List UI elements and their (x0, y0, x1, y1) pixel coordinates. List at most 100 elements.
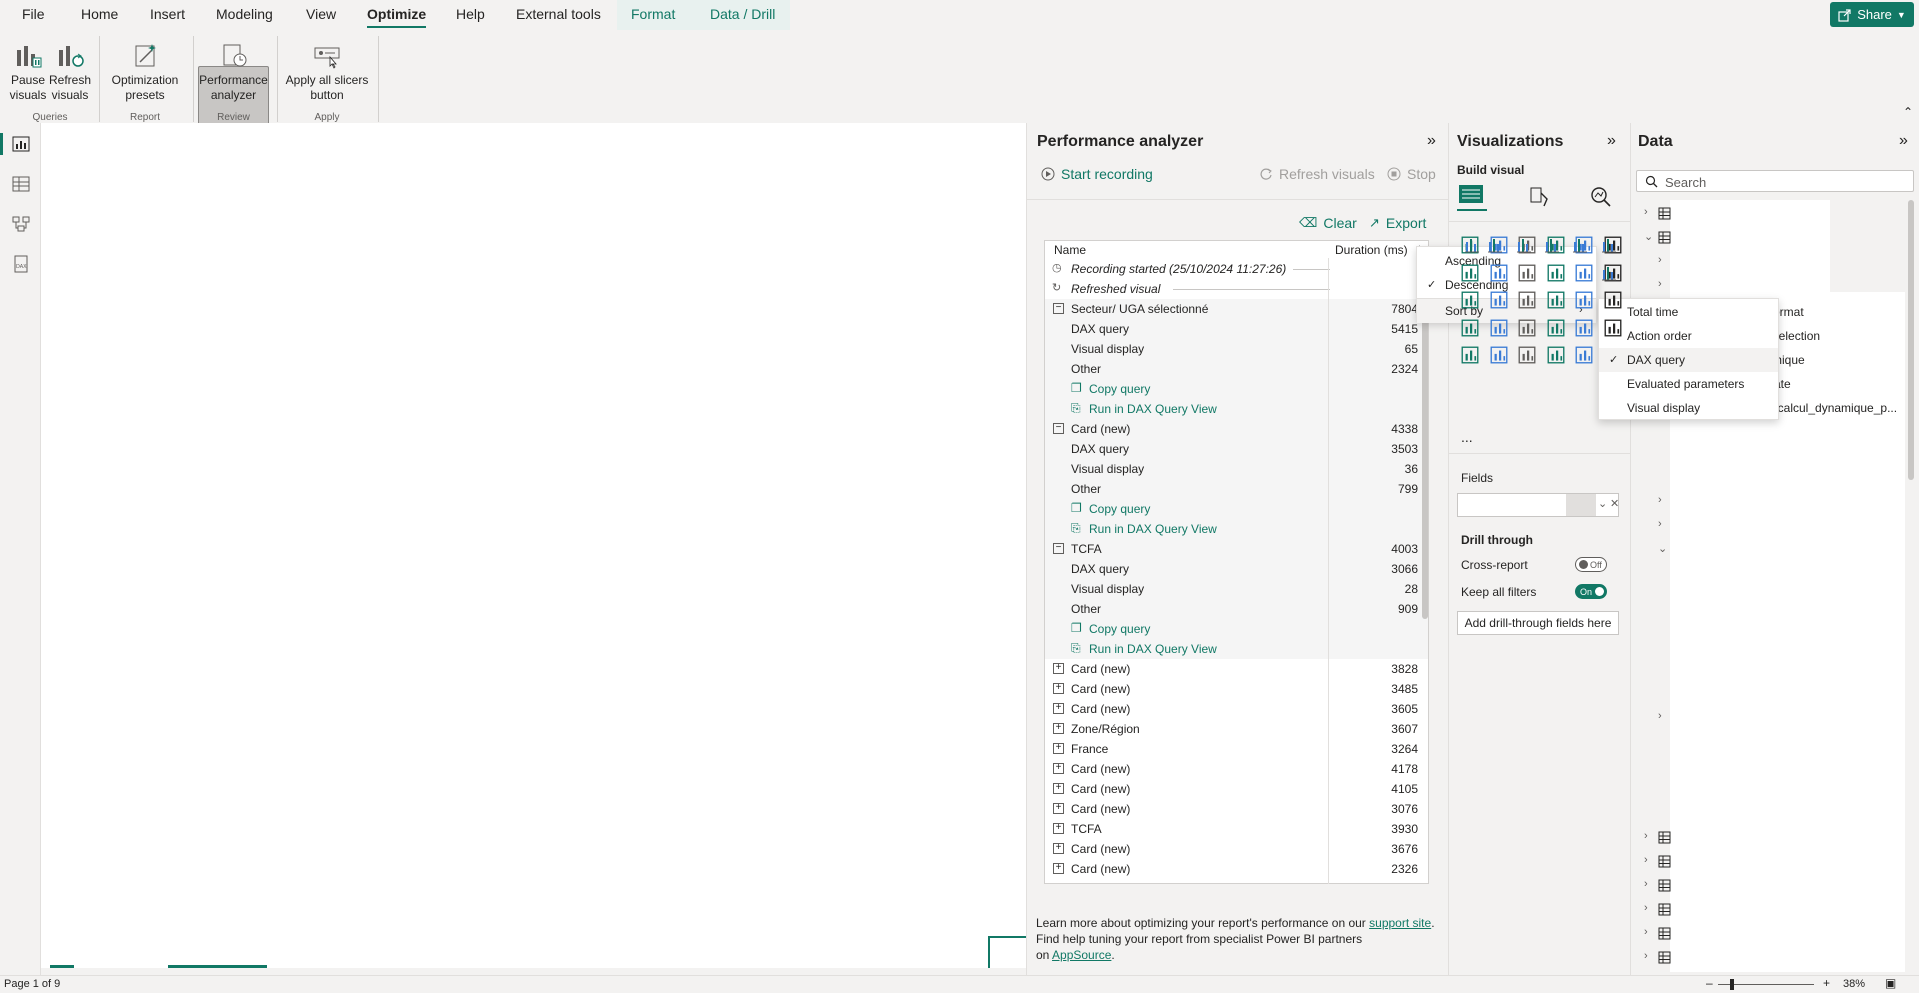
expand-icon[interactable]: + (1053, 703, 1064, 714)
expand-icon[interactable]: + (1053, 663, 1064, 674)
collapse-icon[interactable]: − (1053, 543, 1064, 554)
table-row[interactable]: Other 909 (1045, 599, 1428, 619)
chevron-right-icon[interactable]: › (1658, 278, 1662, 290)
table-view-icon[interactable] (11, 174, 31, 194)
chevron-right-icon[interactable]: › (1644, 830, 1648, 842)
stacked-bar-icon[interactable] (1463, 236, 1481, 254)
stacked-column-icon[interactable] (1486, 236, 1504, 254)
collapse-pane-icon[interactable]: » (1899, 132, 1908, 150)
chevron-down-icon[interactable]: ⌄ (1658, 542, 1667, 555)
zoom-in-icon[interactable]: + (1823, 976, 1830, 990)
keep-filters-toggle[interactable]: On (1575, 584, 1607, 599)
table-row[interactable]: + France 3264 (1045, 739, 1428, 759)
expand-icon[interactable]: + (1053, 743, 1064, 754)
data-field-label[interactable]: r_calcul_dynamique_p... (1767, 401, 1897, 415)
collapse-ribbon-icon[interactable]: ⌃ (1903, 105, 1913, 119)
close-icon[interactable]: ✕ (1610, 497, 1619, 510)
table-row[interactable]: ⎘ Run in DAX Query View (1045, 639, 1428, 659)
map-icon[interactable] (1460, 263, 1480, 283)
table-row[interactable]: − Secteur/ UGA sélectionné 7804 (1045, 299, 1428, 319)
metrics-icon[interactable] (1489, 345, 1509, 365)
menu-view[interactable]: View (306, 6, 336, 22)
diamond-icon[interactable] (1574, 345, 1594, 365)
more-visuals-icon[interactable]: ... (1461, 429, 1473, 445)
fit-to-page-icon[interactable]: ▣ (1885, 976, 1896, 990)
shape-map-icon[interactable] (1517, 263, 1537, 283)
table-row[interactable]: Visual display 65 (1045, 339, 1428, 359)
appsource-link[interactable]: AppSource (1052, 948, 1111, 962)
table-row[interactable]: + TCFA 3930 (1045, 819, 1428, 839)
menu-data-drill[interactable]: Data / Drill (710, 6, 775, 22)
expand-icon[interactable]: + (1053, 683, 1064, 694)
report-icon[interactable] (1460, 345, 1480, 365)
performance-analyzer-button[interactable]: Performance analyzer (198, 40, 269, 103)
zoom-out-icon[interactable]: – (1706, 976, 1713, 990)
chevron-right-icon[interactable]: › (1644, 878, 1648, 890)
table-row[interactable]: − Card (new) 4338 (1045, 419, 1428, 439)
apply-slicers-button[interactable]: Apply all slicers button (284, 40, 370, 103)
table-row[interactable]: ❐ Copy query (1045, 379, 1428, 399)
qna-icon[interactable] (1546, 318, 1566, 338)
model-view-icon[interactable] (11, 214, 31, 234)
build-visual-tab[interactable] (1457, 181, 1487, 211)
table-row[interactable]: Visual display 28 (1045, 579, 1428, 599)
table-row[interactable]: + Card (new) 3828 (1045, 659, 1428, 679)
filled-map-icon[interactable] (1489, 263, 1509, 283)
table-row[interactable]: ❐ Copy query (1045, 499, 1428, 519)
report-canvas[interactable] (41, 123, 1026, 968)
menu-home[interactable]: Home (81, 6, 118, 22)
zoom-slider-thumb[interactable] (1730, 979, 1734, 990)
table-row[interactable]: Other 799 (1045, 479, 1428, 499)
power-apps-icon[interactable] (1517, 345, 1537, 365)
optimization-presets-button[interactable]: Optimization presets (105, 40, 185, 103)
table-row[interactable]: + Card (new) 3676 (1045, 839, 1428, 859)
export-button[interactable]: ↗ Export (1369, 215, 1426, 231)
expand-icon[interactable]: + (1053, 723, 1064, 734)
line-column-icon[interactable] (1600, 264, 1618, 282)
table-row[interactable]: + Card (new) 3076 (1045, 799, 1428, 819)
data-search-input[interactable]: Search (1636, 170, 1914, 192)
table-row[interactable]: + Card (new) 2326 (1045, 859, 1428, 879)
column-header-name[interactable]: Name (1054, 243, 1086, 257)
table-row[interactable]: + Card (new) 4105 (1045, 779, 1428, 799)
chevron-right-icon[interactable]: › (1644, 950, 1648, 962)
expand-icon[interactable]: + (1053, 863, 1064, 874)
data-scrollbar[interactable] (1908, 200, 1914, 480)
format-visual-tab[interactable] (1527, 185, 1551, 212)
menu-help[interactable]: Help (456, 6, 485, 22)
arcgis-icon[interactable] (1574, 263, 1594, 283)
menu-external-tools[interactable]: External tools (516, 6, 601, 22)
sort-by-option[interactable]: Total time (1599, 300, 1778, 324)
table-row[interactable]: − TCFA 4003 (1045, 539, 1428, 559)
card-new-icon[interactable] (1603, 290, 1623, 310)
chevron-down-icon[interactable]: ⌄ (1644, 230, 1653, 243)
table-row[interactable]: ⎘ Run in DAX Query View (1045, 519, 1428, 539)
sort-by-option[interactable]: Visual display (1599, 396, 1778, 420)
clustered-bar-icon[interactable] (1515, 236, 1533, 254)
kpi-icon[interactable] (1489, 290, 1509, 310)
chevron-down-icon[interactable]: ⌄ (1598, 497, 1607, 510)
table-icon[interactable] (1546, 290, 1566, 310)
sort-by-option[interactable]: Evaluated parameters (1599, 372, 1778, 396)
table-row[interactable]: + Zone/Région 3607 (1045, 719, 1428, 739)
menu-optimize[interactable]: Optimize (367, 6, 427, 28)
stop-button[interactable]: Stop (1387, 166, 1436, 182)
collapse-pane-icon[interactable]: » (1607, 132, 1616, 150)
collapse-icon[interactable]: − (1053, 303, 1064, 314)
field-well[interactable]: ⌄ ✕ (1457, 493, 1619, 517)
chevron-right-icon[interactable]: › (1644, 206, 1648, 218)
menu-file[interactable]: File (22, 6, 45, 22)
share-button[interactable]: Share ▼ (1830, 2, 1914, 27)
dax-query-view-icon[interactable]: DAX (11, 254, 31, 274)
pause-visuals-button[interactable]: Pause visuals (8, 40, 48, 103)
table-row[interactable]: DAX query 3503 (1045, 439, 1428, 459)
chevron-right-icon[interactable]: › (1658, 710, 1662, 722)
chevron-right-icon[interactable]: › (1644, 902, 1648, 914)
refresh-visuals-button[interactable]: Refresh visuals (48, 40, 92, 103)
paginated-icon[interactable] (1603, 318, 1623, 338)
chevron-right-icon[interactable]: › (1658, 518, 1662, 530)
collapse-icon[interactable]: − (1053, 423, 1064, 434)
multi-row-card-icon[interactable] (1460, 290, 1480, 310)
azure-map-icon[interactable] (1546, 263, 1566, 283)
collapse-pane-icon[interactable]: » (1427, 132, 1436, 150)
